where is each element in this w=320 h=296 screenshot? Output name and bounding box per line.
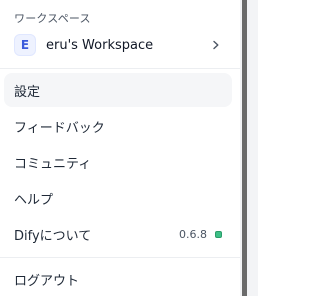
- chevron-right-icon: [208, 37, 224, 53]
- menu-item-label: コミュニティ: [14, 156, 92, 172]
- scrollbar[interactable]: [240, 0, 258, 296]
- menu-item-label: ログアウト: [14, 273, 80, 289]
- update-status-indicator: [215, 230, 222, 238]
- menu-item-feedback[interactable]: フィードバック: [4, 109, 232, 143]
- menu-item-label: 設定: [14, 84, 41, 100]
- menu-item-about[interactable]: Difyについて 0.6.8: [4, 217, 232, 251]
- version-label: 0.6.8: [179, 227, 207, 241]
- menu-item-help[interactable]: ヘルプ: [4, 181, 232, 215]
- account-dropdown-menu: ワークスペース E eru's Workspace 設定 フィードバック コミュ…: [0, 0, 240, 296]
- menu-item-logout[interactable]: ログアウト: [4, 262, 232, 296]
- menu-item-settings[interactable]: 設定: [4, 73, 232, 107]
- workspace-avatar: E: [14, 34, 36, 56]
- workspace-name: eru's Workspace: [46, 37, 154, 53]
- menu-item-label: フィードバック: [14, 120, 105, 136]
- workspace-section-label: ワークスペース: [14, 12, 91, 25]
- workspace-switcher[interactable]: E eru's Workspace: [8, 30, 228, 60]
- divider: [0, 68, 240, 69]
- menu-item-label: Difyについて: [14, 228, 92, 244]
- menu-item-label: ヘルプ: [14, 192, 54, 208]
- divider: [0, 257, 240, 258]
- scrollbar-thumb[interactable]: [242, 0, 247, 296]
- menu-item-community[interactable]: コミュニティ: [4, 145, 232, 179]
